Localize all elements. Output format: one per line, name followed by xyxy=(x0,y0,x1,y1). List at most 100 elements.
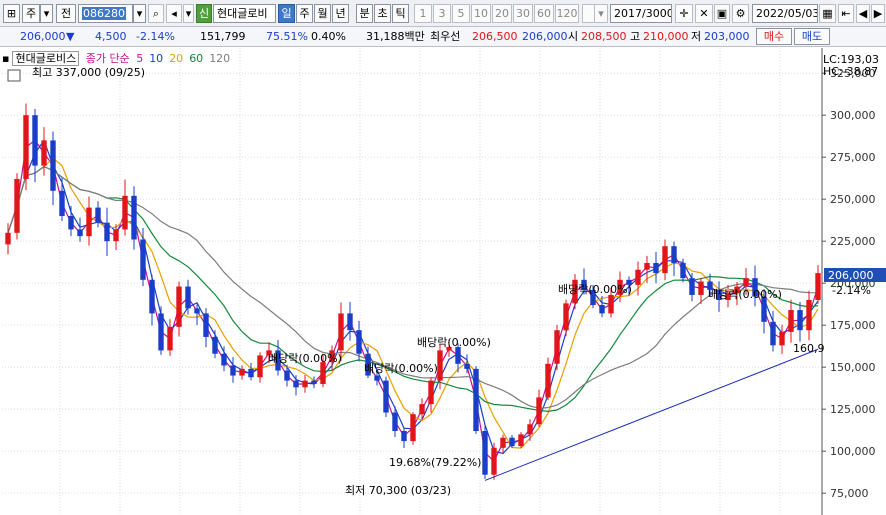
candle-body xyxy=(203,313,209,337)
candle-body xyxy=(356,330,362,354)
volume: 151,799 xyxy=(200,30,246,43)
candle-body xyxy=(563,303,569,331)
period-tab-year[interactable]: 년 xyxy=(332,4,349,23)
price-chart[interactable]: 75,000100,000125,000150,000175,000200,00… xyxy=(0,48,886,515)
candle-body xyxy=(158,313,164,351)
interval-60[interactable]: 60 xyxy=(534,4,554,23)
interval-label: 1 xyxy=(419,7,427,20)
period-label: 틱 xyxy=(395,7,406,20)
stock-name-field[interactable]: 현대글로비 xyxy=(213,4,276,23)
date-field[interactable]: 2022/05/03 xyxy=(752,4,818,23)
hc-label: HC:-38,87 xyxy=(823,65,878,78)
interval-20[interactable]: 20 xyxy=(492,4,512,23)
interval-label: 30 xyxy=(516,7,530,20)
candle-body xyxy=(167,326,173,351)
high-price: 210,000 xyxy=(643,30,689,43)
candle-body xyxy=(14,179,20,233)
draw-tool-icon[interactable]: ✕ xyxy=(695,4,713,23)
speaker-dropdown-icon[interactable]: ▾ xyxy=(183,4,194,23)
y-tick-label: 150,000 xyxy=(830,361,876,374)
candle-body xyxy=(230,365,236,376)
buy-button[interactable]: 매수 xyxy=(756,28,792,45)
candle-body xyxy=(797,310,803,331)
candle-body xyxy=(131,195,137,240)
candle-body xyxy=(140,239,146,280)
prev-page-icon[interactable]: ◀ xyxy=(856,4,870,23)
next-page-icon[interactable]: ▶ xyxy=(871,4,885,23)
first-icon[interactable]: ⇤ xyxy=(838,4,854,23)
period-label: 초 xyxy=(377,7,388,20)
y-tick-label: 175,000 xyxy=(830,319,876,332)
y-tick-label: 100,000 xyxy=(830,445,876,458)
candle-body xyxy=(680,263,686,279)
candle-body xyxy=(383,380,389,413)
code-dropdown-icon[interactable]: ▾ xyxy=(133,4,146,23)
candle-body xyxy=(662,246,668,274)
period-tab-month[interactable]: 월 xyxy=(314,4,331,23)
annotation-dividend-1: 배당락(0.00%) xyxy=(558,283,632,296)
chart-type-icon[interactable]: ⊞ xyxy=(3,4,20,23)
period-tab-second[interactable]: 초 xyxy=(374,4,391,23)
crosshair-icon[interactable]: ✛ xyxy=(675,4,693,23)
candle-body xyxy=(239,368,245,376)
stock-name: 현대글로비 xyxy=(217,7,268,20)
candle-body xyxy=(23,115,29,180)
candles xyxy=(5,103,821,480)
chart-toolbar: ⊞ 주 ▾ 전 086280 ▾ ⌕ ◂ ▾ 신 현대글로비 일 주 월 년 분… xyxy=(0,0,886,27)
candle-body xyxy=(455,347,461,364)
candle-body xyxy=(176,286,182,327)
gear-icon[interactable]: ⚙ xyxy=(732,4,749,23)
period-tab-week[interactable]: 주 xyxy=(296,4,313,23)
table-icon[interactable] xyxy=(7,69,21,82)
candle-body xyxy=(113,229,119,242)
speaker-icon[interactable]: ◂ xyxy=(166,4,182,23)
candle-body xyxy=(689,278,695,295)
mode-dropdown-icon[interactable]: ▾ xyxy=(40,4,53,23)
candle-body xyxy=(212,336,218,354)
best-label: 최우선 xyxy=(430,30,461,43)
count-field[interactable]: 2017/3000 xyxy=(610,4,672,23)
candle-body xyxy=(545,363,551,398)
y-tick-label: 300,000 xyxy=(830,109,876,122)
candle-body xyxy=(527,424,533,435)
interval-dropdown-icon[interactable]: ▾ xyxy=(594,4,608,23)
interval-120[interactable]: 120 xyxy=(555,4,579,23)
interval-30[interactable]: 30 xyxy=(513,4,533,23)
current-price-tag-label: 206,000 xyxy=(828,269,874,282)
interval-label: 3 xyxy=(438,7,446,20)
low-label: 저 xyxy=(691,30,702,43)
mode-select[interactable]: 주 xyxy=(22,4,40,23)
trade-amount: 31,188백만 xyxy=(366,30,425,43)
candle-body xyxy=(41,140,47,166)
current-price: 206,000 xyxy=(20,30,66,43)
candle-body xyxy=(347,313,353,331)
candle-body xyxy=(5,232,11,245)
calendar-icon[interactable]: ▦ xyxy=(819,4,836,23)
interval-label: 5 xyxy=(457,7,465,20)
candle-body xyxy=(50,140,56,191)
y-tick-label: 75,000 xyxy=(830,487,869,500)
candle-body xyxy=(608,294,614,314)
candle-body xyxy=(554,330,560,364)
interval-5[interactable]: 5 xyxy=(452,4,470,23)
sell-button[interactable]: 매도 xyxy=(794,28,830,45)
interval-10[interactable]: 10 xyxy=(471,4,491,23)
period-label: 분 xyxy=(359,7,370,20)
search-icon[interactable]: ⌕ xyxy=(148,4,164,23)
prev-button[interactable]: 전 xyxy=(56,4,76,23)
save-icon[interactable]: ▣ xyxy=(714,4,730,23)
candle-body xyxy=(509,437,515,447)
interval-1[interactable]: 1 xyxy=(414,4,432,23)
open-label: 시 xyxy=(568,30,579,43)
stock-code-input[interactable]: 086280 xyxy=(78,4,133,23)
candle-body xyxy=(374,375,380,381)
period-label: 주 xyxy=(299,7,310,20)
trend-line[interactable] xyxy=(484,348,819,481)
period-tab-minute[interactable]: 분 xyxy=(356,4,373,23)
interval-3[interactable]: 3 xyxy=(433,4,451,23)
period-tab-day[interactable]: 일 xyxy=(278,4,295,23)
candle-body xyxy=(482,431,488,475)
sell-label: 매도 xyxy=(801,30,823,43)
period-tab-tick[interactable]: 틱 xyxy=(392,4,409,23)
price-change: 4,500 xyxy=(95,30,127,43)
